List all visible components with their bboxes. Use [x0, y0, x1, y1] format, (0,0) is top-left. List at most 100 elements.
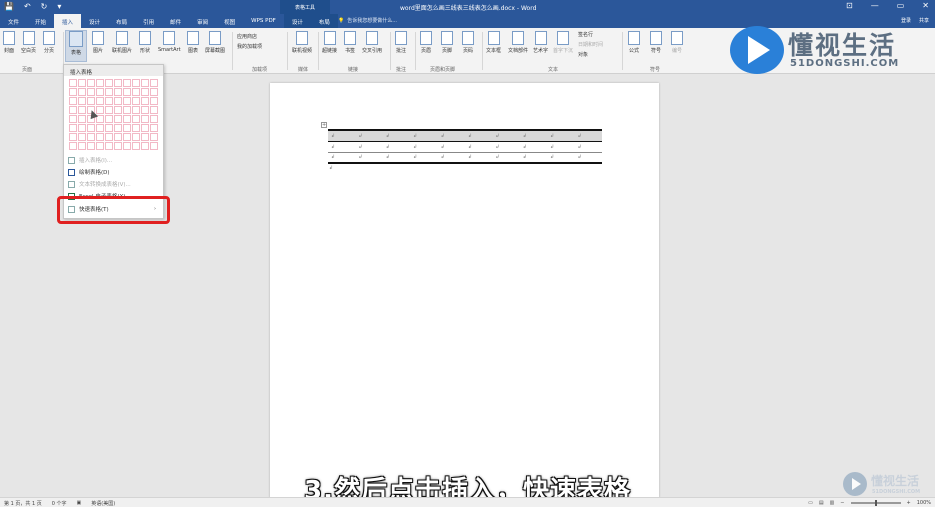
grid-cell[interactable] [96, 133, 104, 141]
tab-design[interactable]: 设计 [81, 14, 108, 28]
table-cell[interactable]: ↲ [328, 129, 356, 142]
text-to-table-item[interactable]: 文本转换成表格(V)... [68, 180, 131, 188]
table-cell[interactable]: ↲ [547, 152, 575, 164]
grid-cell[interactable] [69, 124, 77, 132]
maximize-icon[interactable]: ▭ [897, 1, 905, 10]
object-button[interactable]: 对象 [578, 50, 603, 60]
grid-cell[interactable] [141, 88, 149, 96]
tab-layout[interactable]: 布局 [108, 14, 135, 28]
grid-cell[interactable] [105, 97, 113, 105]
date-time-button[interactable]: 日期和时间 [578, 40, 603, 50]
grid-cell[interactable] [69, 142, 77, 150]
table-cell[interactable]: ↲ [464, 129, 493, 142]
grid-cell[interactable] [114, 97, 122, 105]
table-size-grid[interactable] [69, 79, 158, 150]
grid-cell[interactable] [78, 115, 86, 123]
grid-cell[interactable] [69, 79, 77, 87]
grid-cell[interactable] [105, 115, 113, 123]
table-cell[interactable]: ↲ [574, 152, 602, 164]
table-cell[interactable]: ↲ [410, 141, 438, 153]
grid-cell[interactable] [150, 88, 158, 96]
zoom-level[interactable]: 100% [917, 500, 931, 506]
table-cell[interactable]: ↲ [437, 141, 465, 153]
signature-line-button[interactable]: 签名行 [578, 30, 603, 40]
grid-cell[interactable] [78, 142, 86, 150]
cross-reference-button[interactable]: 交叉引用 [362, 31, 382, 54]
grid-cell[interactable] [141, 97, 149, 105]
tab-table-layout[interactable]: 布局 [310, 14, 338, 28]
grid-cell[interactable] [78, 133, 86, 141]
grid-cell[interactable] [150, 115, 158, 123]
grid-cell[interactable] [141, 142, 149, 150]
grid-cell[interactable] [69, 106, 77, 114]
table-cell[interactable]: ↲ [519, 152, 548, 164]
three-line-table[interactable]: ↲ ↲ ↲ ↲ ↲ ↲ ↲ ↲ ↲ ↲ ↲ ↲ ↲ ↲ ↲ ↲ ↲ ↲ ↲ ↲ ↲ ↲ ↲ ↲ ↲ ↲ ↲ ↲ ↲ ↲ [328, 129, 602, 164]
grid-cell[interactable] [78, 97, 86, 105]
grid-cell[interactable] [150, 97, 158, 105]
table-cell[interactable]: ↲ [574, 129, 602, 142]
grid-cell[interactable] [87, 133, 95, 141]
table-cell[interactable]: ↲ [464, 152, 493, 164]
grid-cell[interactable] [150, 124, 158, 132]
grid-cell[interactable] [87, 79, 95, 87]
document-page[interactable]: + ↲ ↲ ↲ ↲ ↲ ↲ ↲ ↲ ↲ ↲ ↲ ↲ ↲ ↲ ↲ ↲ ↲ ↲ ↲ ↲ ↲ ↲ ↲ ↲ ↲ ↲ ↲ ↲ ↲ ↲ ↲ [270, 83, 659, 498]
draw-table-item[interactable]: 绘制表格(D) [68, 168, 110, 176]
grid-cell[interactable] [150, 106, 158, 114]
grid-cell[interactable] [105, 106, 113, 114]
grid-cell[interactable] [132, 124, 140, 132]
grid-cell[interactable] [87, 124, 95, 132]
customize-qat-icon[interactable]: ▾ [57, 2, 61, 11]
tab-file[interactable]: 文件 [0, 14, 27, 28]
grid-cell[interactable] [105, 133, 113, 141]
table-cell[interactable]: ↲ [355, 141, 383, 153]
grid-cell[interactable] [105, 79, 113, 87]
table-cell[interactable]: ↲ [355, 152, 383, 164]
grid-cell[interactable] [87, 142, 95, 150]
grid-cell[interactable] [114, 133, 122, 141]
grid-cell[interactable] [141, 115, 149, 123]
grid-cell[interactable] [69, 115, 77, 123]
grid-cell[interactable] [123, 106, 131, 114]
grid-cell[interactable] [123, 79, 131, 87]
tab-home[interactable]: 开始 [27, 14, 54, 28]
read-mode-icon[interactable]: ▭ [808, 500, 813, 506]
grid-cell[interactable] [69, 97, 77, 105]
table-cell[interactable]: ↲ [492, 141, 520, 153]
grid-cell[interactable] [114, 124, 122, 132]
grid-cell[interactable] [105, 88, 113, 96]
table-cell[interactable]: ↲ [492, 129, 520, 142]
table-button[interactable]: 表格 [65, 30, 87, 62]
wordart-button[interactable]: 艺术字 [533, 31, 548, 54]
tab-table-design[interactable]: 设计 [283, 14, 311, 28]
grid-cell[interactable] [132, 115, 140, 123]
grid-cell[interactable] [114, 142, 122, 150]
grid-cell[interactable] [114, 115, 122, 123]
grid-cell[interactable] [132, 79, 140, 87]
grid-cell[interactable] [114, 79, 122, 87]
undo-icon[interactable]: ↶ [24, 2, 31, 11]
online-picture-button[interactable]: 联机图片 [112, 31, 132, 54]
grid-cell[interactable] [96, 79, 104, 87]
insert-table-item[interactable]: 插入表格(I)... [68, 156, 112, 164]
login-link[interactable]: 登录 [901, 17, 911, 24]
table-cell[interactable]: ↲ [464, 141, 493, 153]
store-button[interactable]: 应用商店 [237, 32, 262, 42]
my-addins-button[interactable]: 我的加载项 [237, 42, 262, 52]
table-cell[interactable]: ↲ [382, 152, 411, 164]
table-cell[interactable]: ↲ [437, 129, 465, 142]
print-layout-icon[interactable]: ▤ [819, 500, 824, 506]
table-cell[interactable]: ↲ [382, 129, 411, 142]
page-count[interactable]: 第 1 页，共 1 页 [4, 500, 42, 507]
cover-button[interactable]: 封面 [3, 31, 15, 54]
table-cell[interactable]: ↲ [328, 141, 356, 153]
grid-cell[interactable] [87, 88, 95, 96]
page-break-button[interactable]: 分页 [43, 31, 55, 54]
document-parts-button[interactable]: 文档部件 [508, 31, 528, 54]
table-cell[interactable]: ↲ [437, 152, 465, 164]
chart-button[interactable]: 图表 [187, 31, 199, 54]
table-cell[interactable]: ↲ [492, 152, 520, 164]
shapes-button[interactable]: 形状 [139, 31, 151, 54]
table-cell[interactable]: ↲ [519, 141, 548, 153]
page-number-button[interactable]: 页码 [462, 31, 474, 54]
grid-cell[interactable] [114, 106, 122, 114]
